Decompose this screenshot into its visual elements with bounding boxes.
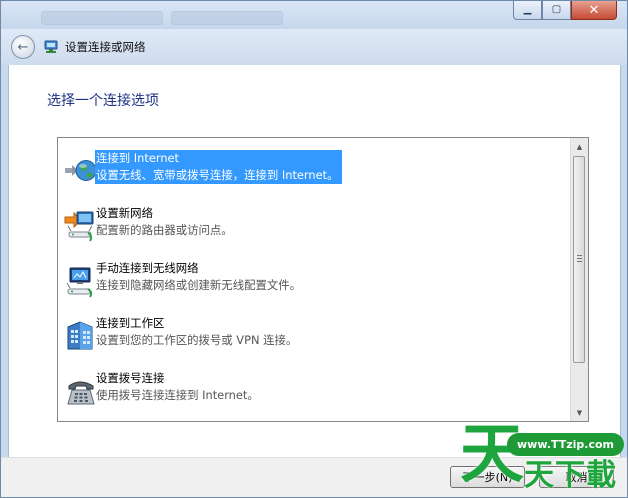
option-connect-workplace[interactable]: 连接到工作区 设置到您的工作区的拨号或 VPN 连接。 [64, 315, 556, 359]
option-title: 设置拨号连接 [96, 371, 165, 385]
window-title: 设置连接或网络 [65, 40, 146, 54]
close-icon: ✕ [588, 2, 600, 18]
back-arrow-icon: ← [17, 39, 29, 55]
scroll-down-arrow-icon[interactable]: ▼ [571, 404, 588, 421]
caption-buttons: ▁ ▢ ✕ [513, 1, 617, 20]
option-description: 设置无线、宽带或拨号连接，连接到 Internet。 [96, 168, 339, 182]
watermark-text: 天下載 [524, 458, 617, 493]
option-title: 连接到 Internet [96, 151, 180, 165]
option-manual-wireless[interactable]: 手动连接到无线网络 连接到隐藏网络或创建新无线配置文件。 [64, 260, 556, 304]
globe-icon [65, 160, 97, 181]
option-description: 连接到隐藏网络或创建新无线配置文件。 [96, 278, 302, 292]
back-button[interactable]: ← [11, 35, 35, 59]
wizard-content: 选择一个连接选项 连接到 Internet 设置无线、宽带或拨号连接，连接到 I… [8, 65, 621, 457]
minimize-icon: ▁ [523, 4, 532, 15]
option-title: 连接到工作区 [96, 316, 165, 330]
vertical-scrollbar[interactable]: ▲ ▼ [570, 138, 588, 421]
background-window-ghost [41, 11, 283, 25]
close-button[interactable]: ✕ [571, 1, 617, 20]
connection-options-list[interactable]: 连接到 Internet 设置无线、宽带或拨号连接，连接到 Internet。 … [57, 137, 589, 422]
maximize-button[interactable]: ▢ [542, 1, 571, 20]
new-network-icon [64, 211, 94, 242]
wireless-network-icon [66, 267, 93, 298]
option-connect-internet[interactable]: 连接到 Internet 设置无线、宽带或拨号连接，连接到 Internet。 [64, 150, 556, 194]
title-bar[interactable]: ▁ ▢ ✕ [1, 1, 627, 29]
ghost-tab [41, 11, 163, 25]
option-description: 配置新的路由器或访问点。 [96, 223, 233, 237]
page-heading: 选择一个连接选项 [47, 93, 159, 109]
watermark-url: www.TTzip.com [507, 433, 624, 456]
maximize-icon: ▢ [551, 4, 562, 15]
option-new-network[interactable]: 设置新网络 配置新的路由器或访问点。 [64, 205, 556, 249]
watermark: 天 www.TTzip.com 天下載 [456, 421, 626, 497]
option-title: 手动连接到无线网络 [96, 261, 199, 275]
scrollbar-thumb[interactable] [573, 156, 585, 363]
minimize-button[interactable]: ▁ [513, 1, 542, 20]
scroll-up-arrow-icon[interactable]: ▲ [571, 138, 588, 155]
option-dialup[interactable]: 设置拨号连接 使用拨号连接连接到 Internet。 [64, 370, 556, 414]
option-title: 设置新网络 [96, 206, 153, 220]
ghost-tab [171, 11, 283, 25]
option-description: 设置到您的工作区的拨号或 VPN 连接。 [96, 333, 298, 347]
workplace-icon [67, 321, 93, 350]
navigation-row: ← 设置连接或网络 [1, 29, 627, 65]
wizard-window: ▁ ▢ ✕ ← 设置连接或网络 选择一个连接选项 连接到 Internet 设置… [0, 0, 628, 498]
network-setup-icon [44, 40, 58, 53]
scrollbar-grip [577, 255, 582, 262]
dialup-phone-icon [67, 381, 95, 405]
option-description: 使用拨号连接连接到 Internet。 [96, 388, 259, 402]
